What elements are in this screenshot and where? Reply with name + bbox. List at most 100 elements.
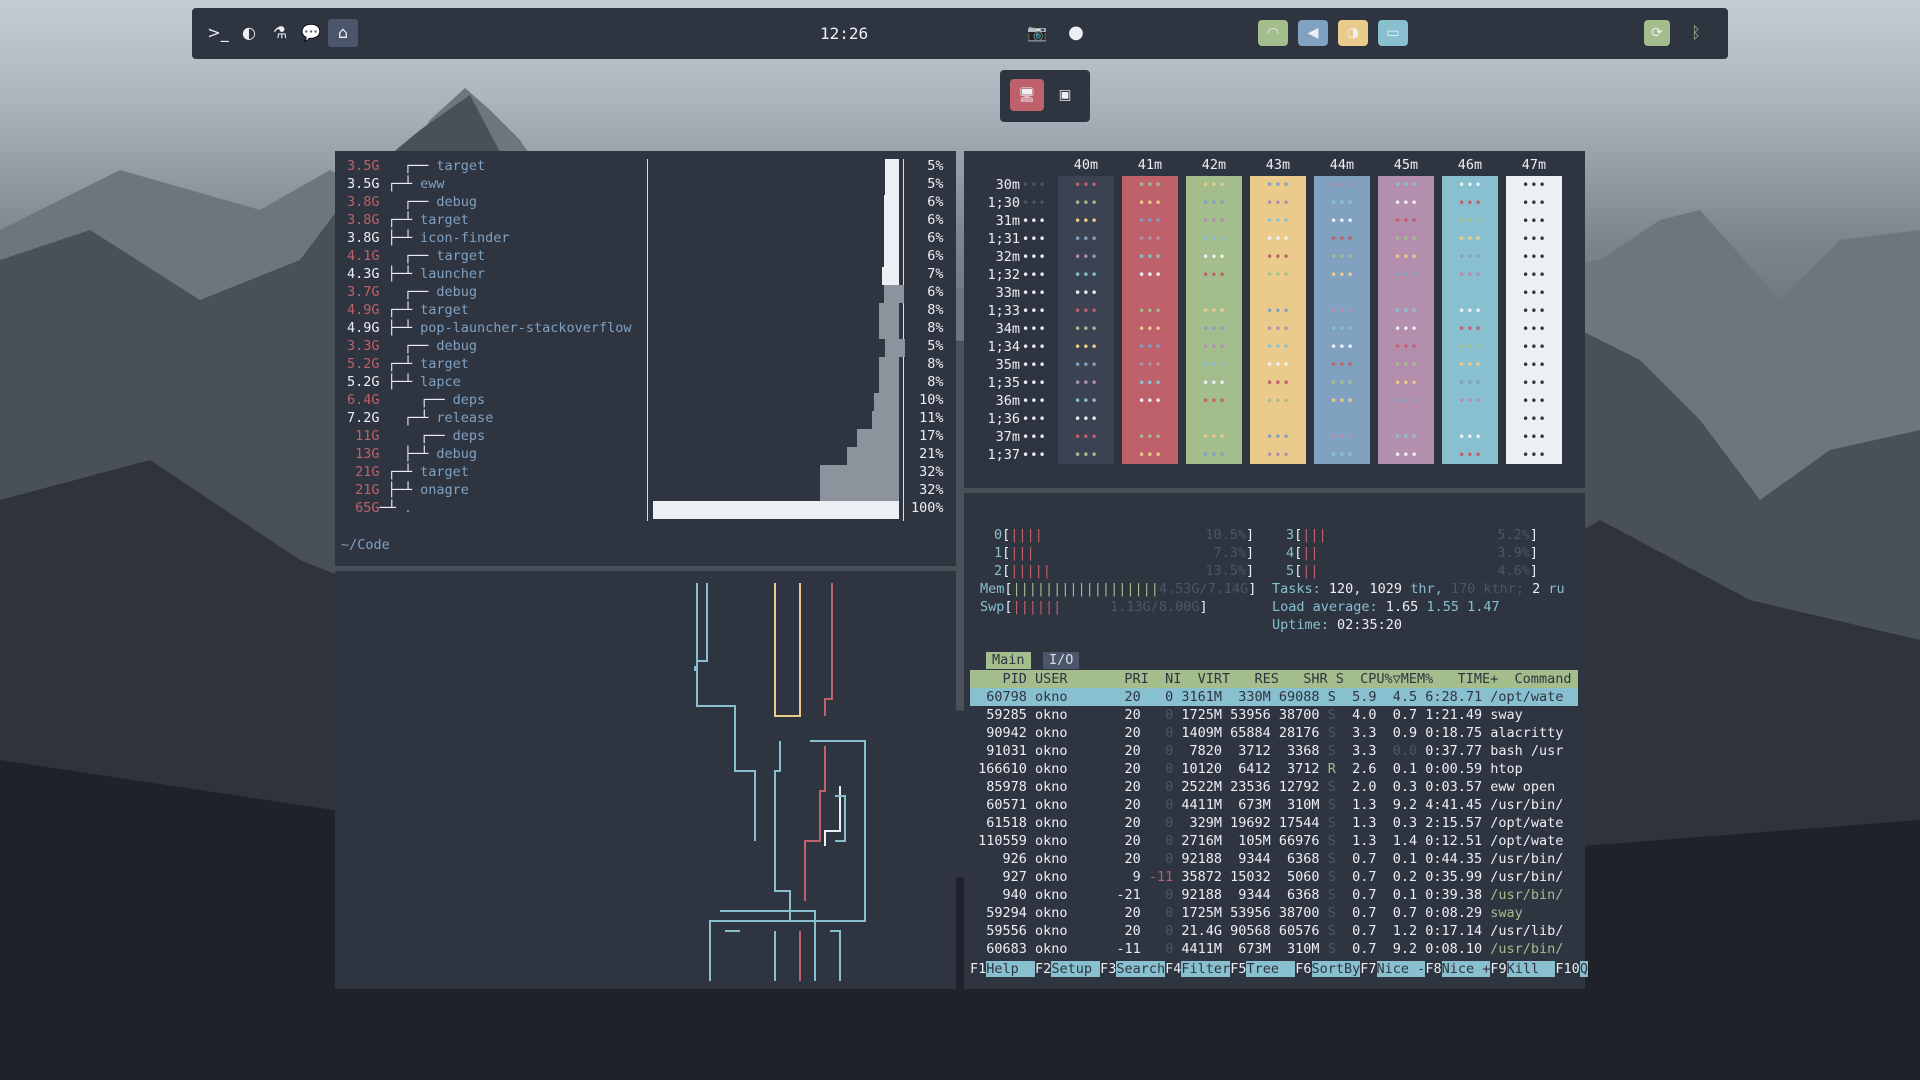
sync-icon[interactable]: ⟳ xyxy=(1644,20,1670,46)
clock-grid-window[interactable]: 30m ••• 1;30 ••• 31m ••• 1;31 ••• 32m ••• 1;32 ••• 3… xyxy=(964,151,1585,488)
table-row[interactable]: 927 okno 9 -11 35872 15032 5060 S 0.7 0.… xyxy=(970,868,1578,886)
clock-dot: ••• xyxy=(1330,196,1355,210)
dust-size: 7.2G xyxy=(347,410,380,426)
load-label: Load average: xyxy=(1272,599,1386,615)
clock-dot: ••• xyxy=(1458,394,1483,408)
fkey-tree-button[interactable]: Tree xyxy=(1246,961,1296,977)
wifi-icon[interactable]: ◠ xyxy=(1258,20,1288,46)
table-row[interactable]: 59556 okno 20 0 21.4G 90568 60576 S 0.7 … xyxy=(970,922,1578,940)
clock-dot: ••• xyxy=(1266,376,1291,390)
chat-icon[interactable]: 💬 xyxy=(300,22,322,44)
clock-row-dots: ••• xyxy=(1022,376,1047,390)
workspace-switcher: 🖥 ▣ xyxy=(1000,70,1090,122)
table-row[interactable]: 91031 okno 20 0 7820 3712 3368 S 3.3 0.0… xyxy=(970,742,1578,760)
table-row[interactable]: 59285 okno 20 0 1725M 53956 38700 S 4.0 … xyxy=(970,706,1578,724)
state-cell: S xyxy=(1319,779,1336,795)
command-cell: eww open xyxy=(1490,779,1556,795)
process-table-header[interactable]: PID USER PRI NI VIRT RES SHR S CPU%▽MEM%… xyxy=(970,670,1578,688)
brightness-icon[interactable]: ◑ xyxy=(1338,20,1368,46)
table-row[interactable]: 166610 okno 20 0 10120 6412 3712 R 2.6 0… xyxy=(970,760,1578,778)
res-cell: 3712 xyxy=(1222,743,1271,759)
table-row[interactable]: 940 okno -21 0 92188 9344 6368 S 0.7 0.1… xyxy=(970,886,1578,904)
tab-io[interactable]: I/O xyxy=(1043,652,1080,669)
htop-window[interactable]: 0[|||| 10.5%] 1[||| 7.3%] 2[||||| 13.5%] 3[… xyxy=(964,493,1588,989)
state-cell: S xyxy=(1319,797,1336,813)
tasks-label: Tasks: xyxy=(1272,581,1329,597)
clock-dot: ••• xyxy=(1074,286,1099,300)
battery-icon[interactable]: ▭ xyxy=(1378,20,1408,46)
dust-name: debug xyxy=(436,194,478,210)
dust-size: 3.8G xyxy=(347,212,380,228)
clock-dot: ••• xyxy=(1330,322,1355,336)
home-icon[interactable]: ⌂ xyxy=(328,19,358,47)
load-1: 1.65 xyxy=(1385,599,1427,615)
terminal-icon[interactable]: >_ xyxy=(207,22,229,44)
clock-dot: ••• xyxy=(1074,448,1099,462)
shr-cell: 66976 xyxy=(1270,833,1320,849)
fkey-sortby-button[interactable]: SortBy xyxy=(1311,961,1361,977)
dust-row: 4.9G ├─┴ pop-launcher-stackoverflow xyxy=(347,319,631,337)
dust-name: deps xyxy=(452,428,486,444)
screenshot-icon[interactable]: ▣ xyxy=(1050,79,1080,111)
clock-dot: ••• xyxy=(1266,178,1291,192)
fkey-nice-button[interactable]: Nice - xyxy=(1376,961,1426,977)
dust-tree-branch: ├─┴ xyxy=(379,230,421,246)
fkey-kill-button[interactable]: Kill xyxy=(1506,961,1556,977)
tab-main[interactable]: Main xyxy=(986,652,1031,669)
fkey-search-button[interactable]: Search xyxy=(1116,961,1166,977)
fkey-q-button[interactable]: Q xyxy=(1579,961,1588,977)
clock-row-dots: ••• xyxy=(1022,268,1047,282)
table-row[interactable]: 85978 okno 20 0 2522M 23536 12792 S 2.0 … xyxy=(970,778,1578,796)
cpu-meter: 3[||| 5.2%] xyxy=(1286,526,1538,544)
dust-tree-branch: ┌─┴ xyxy=(379,356,421,372)
bluetooth-icon[interactable]: ᛒ xyxy=(1685,22,1707,44)
table-row[interactable]: 60683 okno -11 0 4411M 673M 310M S 0.7 9… xyxy=(970,940,1578,958)
dust-bar-fill xyxy=(871,411,899,429)
clock-dot: ••• xyxy=(1394,214,1419,228)
table-row[interactable]: 61518 okno 20 0 329M 19692 17544 S 1.3 0… xyxy=(970,814,1578,832)
table-row[interactable]: 110559 okno 20 0 2716M 105M 66976 S 1.3 … xyxy=(970,832,1578,850)
shr-cell: 310M xyxy=(1270,941,1320,957)
fkey-filter-button[interactable]: Filter xyxy=(1181,961,1231,977)
fkey-number: F8 xyxy=(1425,961,1442,977)
mem-cell: 0.3 xyxy=(1376,779,1418,795)
flask-icon[interactable]: ⚗ xyxy=(269,22,291,44)
table-row[interactable]: 926 okno 20 0 92188 9344 6368 S 0.7 0.1 … xyxy=(970,850,1578,868)
table-row[interactable]: 59294 okno 20 0 1725M 53956 38700 S 0.7 … xyxy=(970,904,1578,922)
virt-cell: 329M xyxy=(1173,815,1222,831)
fkey-setup-button[interactable]: Setup xyxy=(1051,961,1101,977)
record-icon[interactable]: ● xyxy=(1065,22,1087,44)
clock-dot: ••• xyxy=(1330,340,1355,354)
dust-size: 4.1G xyxy=(347,248,380,264)
table-row[interactable]: 90942 okno 20 0 1409M 65884 28176 S 3.3 … xyxy=(970,724,1578,742)
mem-cell: 9.2 xyxy=(1376,797,1418,813)
clock-column-header: 42m xyxy=(1201,157,1227,173)
camera-icon[interactable]: 📷 xyxy=(1026,22,1048,44)
cpu-bars: || xyxy=(1302,545,1490,561)
clock-dot: ••• xyxy=(1074,322,1099,336)
moon-icon[interactable]: ◐ xyxy=(238,22,260,44)
pipes-window[interactable] xyxy=(335,571,956,989)
clock-row-dots: ••• xyxy=(1022,430,1047,444)
clock-row-dots: ••• xyxy=(1022,250,1047,264)
cpu-bracket: ] xyxy=(1529,563,1538,579)
dust-tree-branch: ┌── xyxy=(379,428,453,444)
swap-bracket: ] xyxy=(1199,599,1208,615)
fkey-nice-button[interactable]: Nice + xyxy=(1441,961,1491,977)
swap-bracket: [ xyxy=(1004,599,1013,615)
table-row[interactable]: 60571 okno 20 0 4411M 673M 310M S 1.3 9.… xyxy=(970,796,1578,814)
dust-bar-fill xyxy=(879,321,899,339)
dust-row: 3.5G ┌── target xyxy=(347,157,485,175)
fkey-help-button[interactable]: Help xyxy=(986,961,1036,977)
dust-bar xyxy=(884,195,899,213)
pid-cell: 91031 xyxy=(970,743,1036,759)
monitor-icon[interactable]: 🖥 xyxy=(1010,79,1044,111)
command-cell: sway xyxy=(1490,707,1523,723)
volume-icon[interactable]: ◀ xyxy=(1298,20,1328,46)
user-cell: okno xyxy=(1035,869,1109,885)
res-cell: 9344 xyxy=(1222,851,1271,867)
dust-bar-fill xyxy=(820,483,899,501)
ni-cell: 0 xyxy=(1140,941,1174,957)
dust-window[interactable]: 3.5G ┌── target 5% 3.5G ┌─┴ eww 5% 3.8G ┌─… xyxy=(335,151,956,566)
table-row[interactable]: 60798 okno 20 0 3161M 330M 69088 S 5.9 4… xyxy=(970,688,1578,706)
